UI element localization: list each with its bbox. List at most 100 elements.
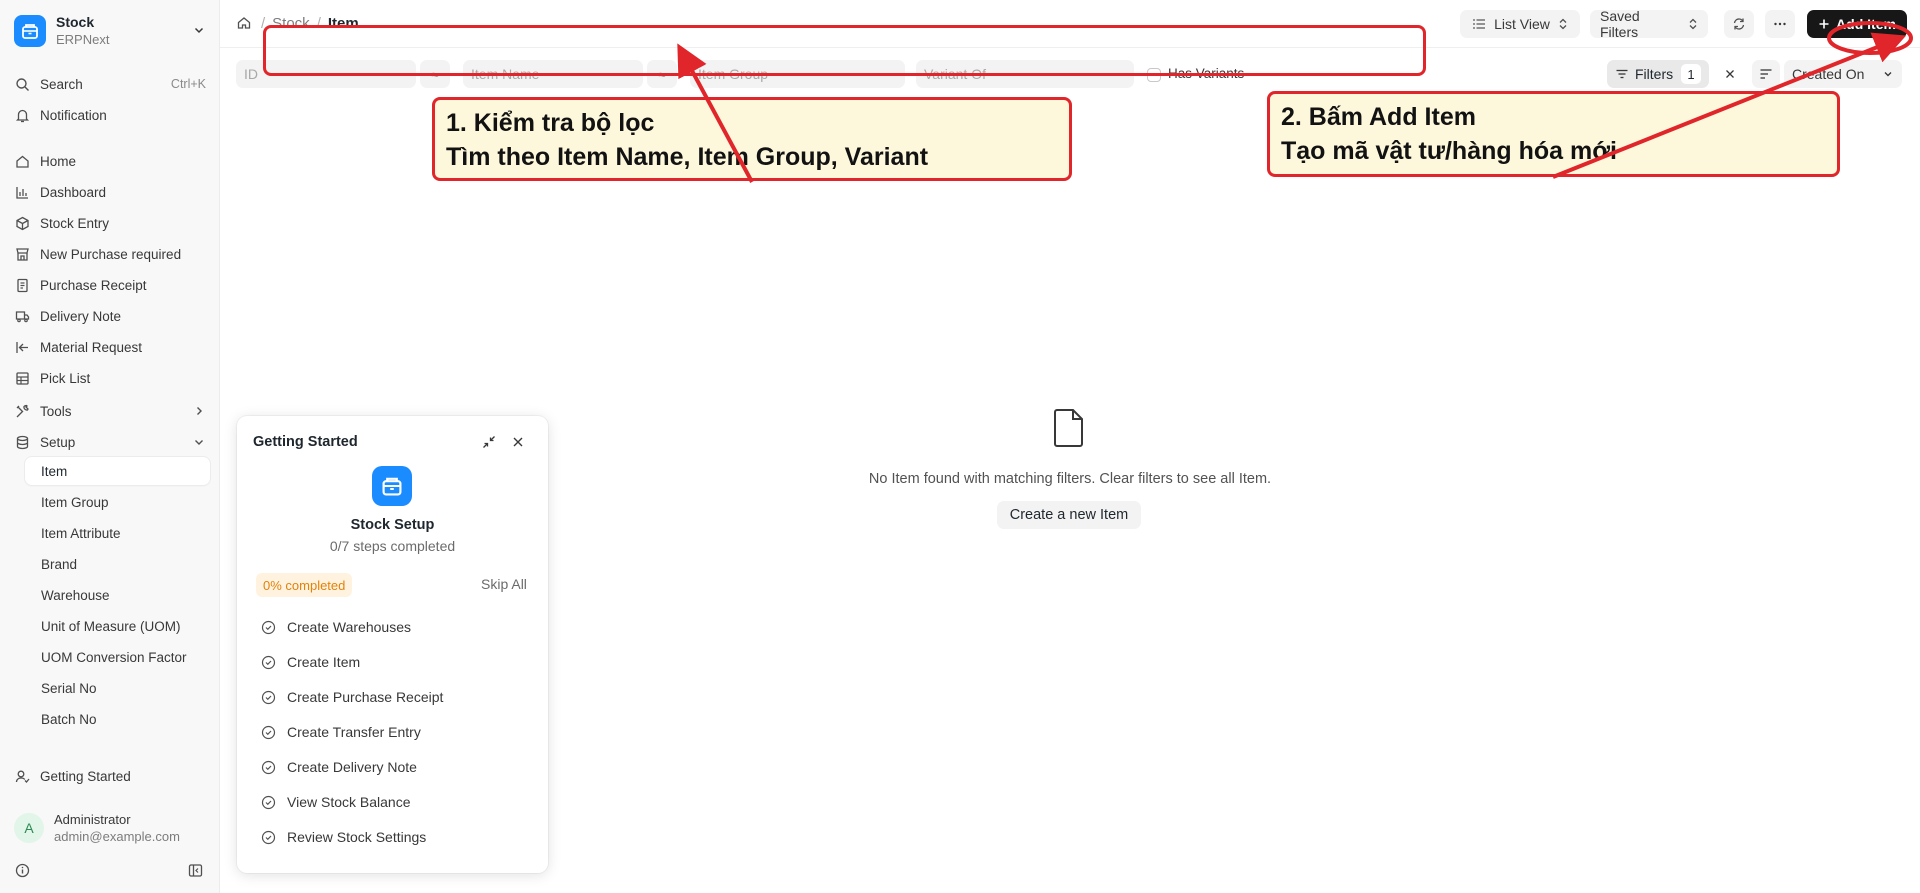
filters-count-badge: 1 [1681,64,1701,84]
sidebar-item-label: Pick List [40,370,91,386]
callout-filters: 1. Kiểm tra bộ lọc Tìm theo Item Name, I… [432,97,1072,181]
document-icon [14,277,30,293]
steps-completed-text: 0/7 steps completed [329,538,456,554]
sidebar-subitem-uom-conversion-factor[interactable]: UOM Conversion Factor [25,643,210,671]
step-label: Create Purchase Receipt [287,689,444,705]
list-view-label: List View [1494,16,1550,32]
refresh-icon [1732,17,1746,31]
sidebar-search[interactable]: Search Ctrl+K [14,71,206,97]
circle-check-icon [261,760,276,775]
sidebar-item-material-request[interactable]: Material Request [14,334,206,360]
sidebar-subitem-label: Warehouse [41,587,110,603]
sidebar-item-home[interactable]: Home [14,148,206,174]
circle-check-icon [261,620,276,635]
sidebar-item-label: Stock Entry [40,215,110,231]
sidebar-item-label: Setup [40,434,76,450]
sidebar-subitem-label: Item [41,463,68,479]
sidebar-item-label: Home [40,153,77,169]
step-create-warehouses[interactable]: Create Warehouses [261,616,411,638]
select-arrows-icon [1558,17,1568,31]
ellipsis-icon [1773,17,1787,31]
sidebar-item-stock-entry[interactable]: Stock Entry [14,210,206,236]
step-view-stock-balance[interactable]: View Stock Balance [261,791,410,813]
sidebar-item-label: Tools [40,403,72,419]
sidebar-subitem-item-attribute[interactable]: Item Attribute [25,519,210,547]
progress-badge: 0% completed [256,573,353,597]
add-item-label: Add Item [1836,16,1896,32]
step-create-purchase-receipt[interactable]: Create Purchase Receipt [261,686,443,708]
callout-add-item-line1: 2. Bấm Add Item [1281,103,1476,131]
tools-icon [14,403,30,419]
app-title: Stock [56,14,95,30]
skip-all-button[interactable]: Skip All [481,576,527,592]
bar-chart-icon [14,184,30,200]
sidebar-subitem-uom[interactable]: Unit of Measure (UOM) [25,612,210,640]
step-create-transfer-entry[interactable]: Create Transfer Entry [261,721,421,743]
home-icon[interactable] [236,15,252,31]
search-label: Search [40,76,83,92]
empty-state-message: No Item found with matching filters. Cle… [868,471,1272,487]
more-options-button[interactable] [1765,10,1795,38]
step-label: Create Warehouses [287,619,411,635]
plus-icon [1818,18,1830,30]
store-icon [14,246,30,262]
add-item-button[interactable]: Add Item [1807,10,1907,38]
circle-check-icon [261,830,276,845]
step-label: Create Transfer Entry [287,724,421,740]
chevron-right-icon [192,404,206,418]
filters-button[interactable]: Filters 1 [1607,60,1709,88]
circle-check-icon [261,655,276,670]
sidebar-getting-started[interactable]: Getting Started [14,763,206,789]
circle-check-icon [261,795,276,810]
sort-direction-button[interactable] [1752,60,1780,88]
sidebar-item-new-purchase-required[interactable]: New Purchase required [14,241,206,267]
sidebar-subitem-label: Item Group [41,494,109,510]
collapse-sidebar-icon[interactable] [188,863,203,881]
close-icon[interactable] [508,432,528,452]
id-filter-placeholder: ID [244,66,258,82]
sidebar-subitem-label: UOM Conversion Factor [41,649,187,665]
list-view-button[interactable]: List View [1460,10,1580,38]
step-create-delivery-note[interactable]: Create Delivery Note [261,756,417,778]
sidebar-item-purchase-receipt[interactable]: Purchase Receipt [14,272,206,298]
minimize-icon[interactable] [479,432,499,452]
sidebar-subitem-item[interactable]: Item [25,457,210,485]
stock-app-logo-icon [14,15,46,47]
empty-document-icon [1053,408,1085,451]
callout-add-item: 2. Bấm Add Item Tạo mã vật tư/hàng hóa m… [1267,91,1840,177]
refresh-button[interactable] [1724,10,1754,38]
sort-by-select[interactable]: Created On [1784,60,1902,88]
sidebar-item-delivery-note[interactable]: Delivery Note [14,303,206,329]
app-switcher[interactable]: Stock ERPNext [14,14,206,48]
chevron-down-icon [1882,68,1894,80]
sidebar-item-label: Purchase Receipt [40,277,147,293]
step-label: View Stock Balance [287,794,411,810]
stock-setup-logo-icon [372,466,412,506]
info-icon[interactable] [15,863,30,881]
sidebar-item-dashboard[interactable]: Dashboard [14,179,206,205]
filter-icon [1615,67,1629,81]
user-menu[interactable]: A Administrator admin@example.com [14,810,206,846]
sidebar-subitem-serial-no[interactable]: Serial No [25,674,210,702]
database-icon [14,434,30,450]
sidebar-item-pick-list[interactable]: Pick List [14,365,206,391]
sidebar-subitem-item-group[interactable]: Item Group [25,488,210,516]
sidebar-subitem-batch-no[interactable]: Batch No [25,705,210,733]
getting-started-label: Getting Started [40,768,131,784]
clear-filters-button[interactable] [1716,60,1744,88]
create-new-item-button[interactable]: Create a new Item [997,501,1141,529]
step-label: Create Item [287,654,361,670]
getting-started-panel: Getting Started Stock Setup 0/7 steps co… [237,416,548,873]
avatar: A [14,813,44,843]
sidebar-item-setup[interactable]: Setup [14,429,206,455]
step-create-item[interactable]: Create Item [261,651,360,673]
sidebar-subitem-warehouse[interactable]: Warehouse [25,581,210,609]
sidebar-notification[interactable]: Notification [14,102,206,128]
saved-filters-button[interactable]: Saved Filters [1590,8,1708,40]
callout-filters-line2: Tìm theo Item Name, Item Group, Variant [446,143,929,171]
sidebar-item-tools[interactable]: Tools [14,398,206,424]
sidebar-subitem-brand[interactable]: Brand [25,550,210,578]
sidebar-item-label: Material Request [40,339,143,355]
step-review-stock-settings[interactable]: Review Stock Settings [261,826,426,848]
step-label: Review Stock Settings [287,829,427,845]
